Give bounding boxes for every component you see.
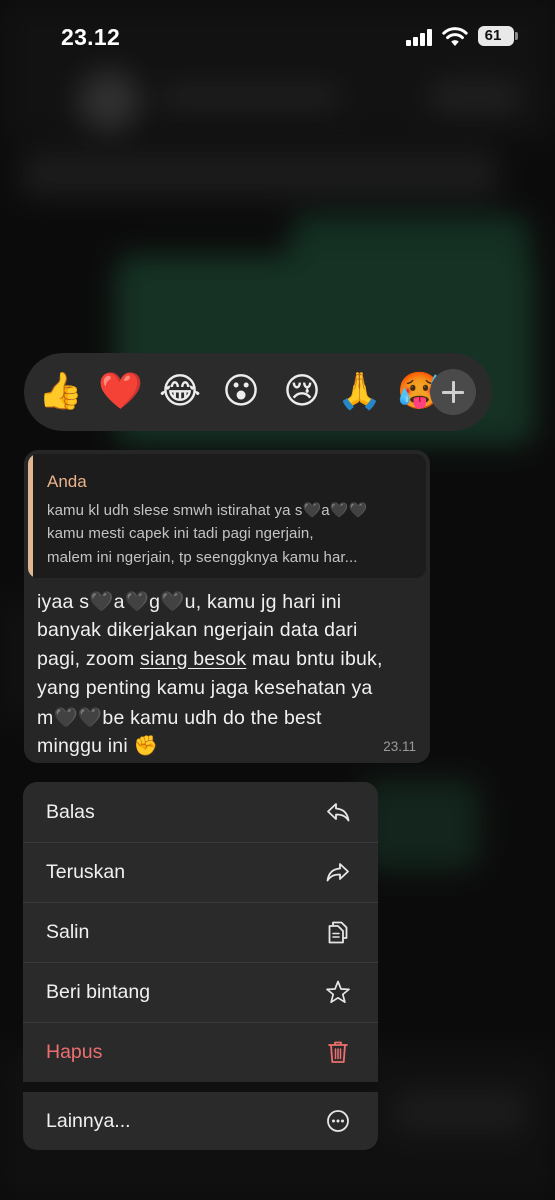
reaction-folded-hands[interactable]: 🙏 — [337, 370, 382, 414]
more-reactions-plus-icon[interactable] — [430, 369, 476, 415]
forward-icon — [326, 863, 349, 882]
reaction-tears-of-joy[interactable]: 😂 — [158, 370, 202, 414]
reaction-red-heart[interactable]: ❤️ — [98, 370, 143, 414]
menu-item-forward[interactable]: Teruskan — [23, 842, 378, 902]
quote-line: kamu mesti capek ini tadi pagi ngerjain, — [47, 525, 314, 542]
quote-line: kamu kl udh slese smwh istirahat ya s🖤a🖤… — [47, 502, 368, 519]
menu-item-reply[interactable]: Balas — [23, 782, 378, 842]
menu-item-label: Salin — [46, 921, 90, 943]
message-text-line: yang penting kamu jaga kesehatan ya — [37, 677, 373, 699]
quote-line: malem ini ngerjain, tp seenggknya kamu h… — [47, 549, 358, 566]
star-icon — [326, 980, 350, 1004]
menu-item-copy[interactable]: Salin — [23, 902, 378, 962]
message-text-line: minggu ini ✊ — [37, 735, 158, 757]
context-menu: Balas Teruskan Salin Beri bintang Hapus — [23, 782, 378, 1082]
reply-icon — [327, 803, 350, 822]
reaction-bar: 👍 ❤️ 😂 😮 😢 🙏 🥵 — [24, 353, 492, 431]
battery-level: 61 — [484, 27, 502, 44]
quoted-message[interactable]: Anda kamu kl udh slese smwh istirahat ya… — [28, 454, 426, 578]
message-text-segment: mau bntu ibuk, — [246, 648, 383, 670]
message-text-line: m🖤🖤be kamu udh do the best — [37, 707, 322, 729]
reaction-thumbs-up[interactable]: 👍 — [38, 370, 83, 414]
quote-author: Anda — [47, 472, 87, 491]
message-text-segment: pagi, zoom — [37, 648, 141, 670]
menu-item-star[interactable]: Beri bintang — [23, 962, 378, 1022]
message-text-line: banyak dikerjakan ngerjain data dari — [37, 619, 358, 641]
menu-item-more[interactable]: Lainnya... — [23, 1092, 378, 1152]
reaction-crying-face[interactable]: 😢 — [280, 370, 324, 414]
reaction-open-mouth[interactable]: 😮 — [219, 370, 263, 414]
context-menu-more-group: Lainnya... — [23, 1092, 378, 1150]
menu-item-label: Hapus — [46, 1041, 103, 1063]
menu-item-delete[interactable]: Hapus — [23, 1022, 378, 1082]
status-bar: 23.12 61 — [0, 0, 555, 72]
message-timestamp: 23.11 — [383, 739, 416, 754]
menu-item-label: Beri bintang — [46, 981, 151, 1003]
wifi-icon — [442, 27, 468, 46]
trash-icon — [328, 1041, 348, 1063]
battery-icon: 61 — [478, 26, 518, 46]
cellular-signal-icon — [406, 28, 434, 46]
message-text-line: iyaa s🖤a🖤g🖤u, kamu jg hari ini — [37, 591, 342, 613]
status-time: 23.12 — [61, 24, 121, 50]
copy-icon — [328, 921, 348, 944]
menu-item-label: Lainnya... — [46, 1110, 131, 1132]
menu-item-label: Teruskan — [46, 861, 126, 883]
ellipsis-circle-icon — [327, 1110, 349, 1132]
message-text-line: pagi, zoom siang besok mau bntu ibuk, — [37, 648, 427, 671]
quote-accent-bar — [28, 454, 33, 578]
menu-item-label: Balas — [46, 801, 95, 823]
message-bubble[interactable]: Anda kamu kl udh slese smwh istirahat ya… — [24, 450, 430, 763]
date-link[interactable]: siang besok — [140, 648, 246, 670]
